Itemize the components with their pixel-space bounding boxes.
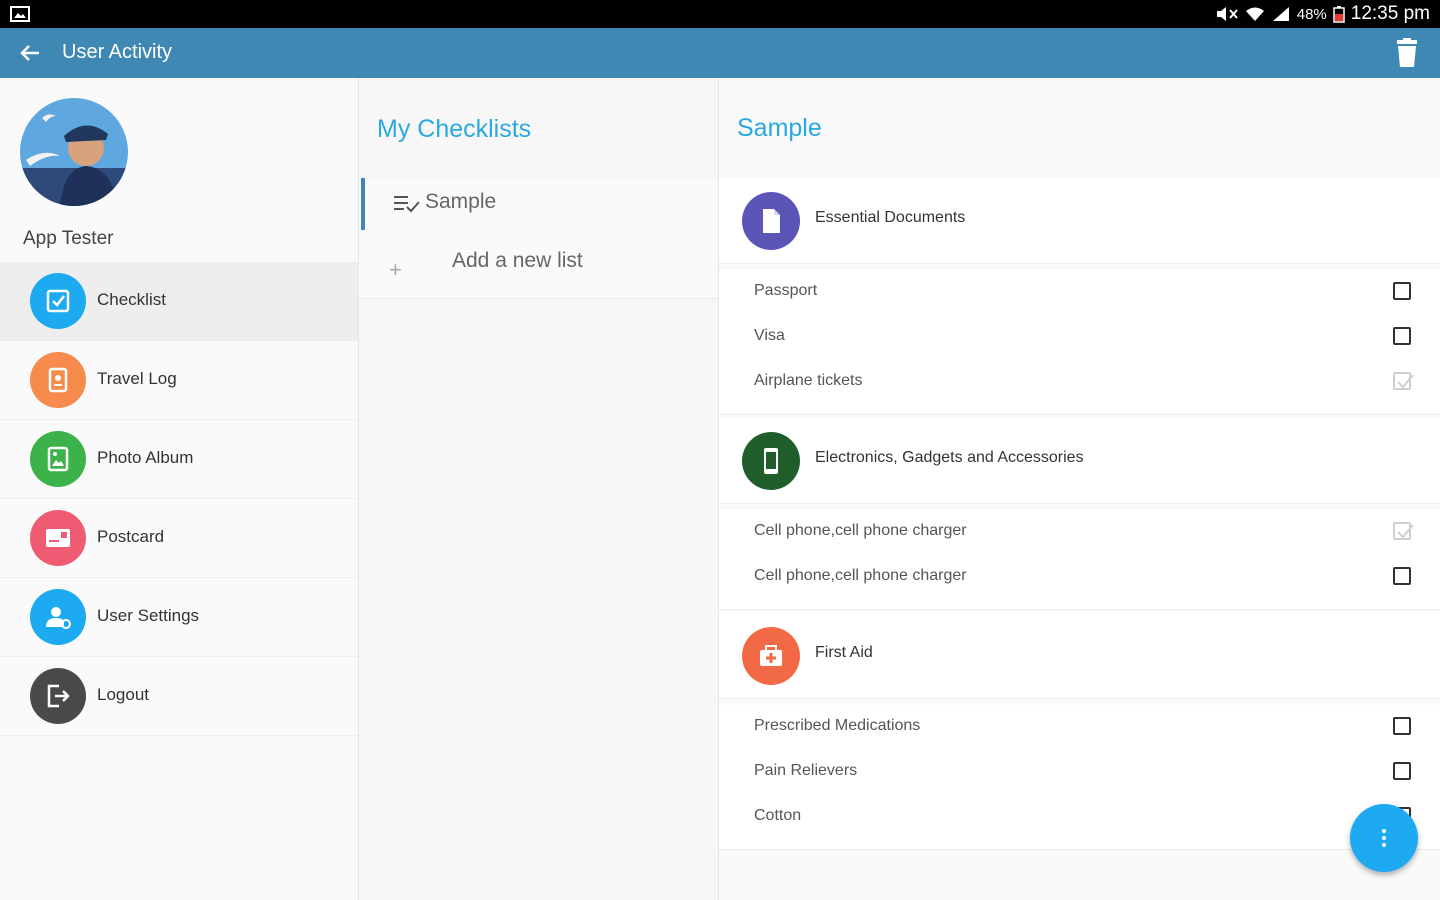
checklist-row[interactable]: Prescribed Medications — [719, 705, 1440, 750]
wifi-icon — [1245, 7, 1264, 21]
item-checkbox[interactable] — [1393, 282, 1411, 300]
checklist-row[interactable]: Cell phone,cell phone charger — [719, 555, 1440, 600]
battery-icon — [1333, 6, 1345, 23]
item-label: Prescribed Medications — [754, 717, 921, 734]
checklist-item-sample[interactable]: Sample — [359, 178, 718, 239]
nav-label: Logout — [97, 685, 149, 704]
item-label: Airplane tickets — [754, 372, 863, 389]
item-label: Cotton — [754, 807, 802, 824]
status-bar: 48% 12:35 pm — [0, 0, 1440, 28]
add-list-button[interactable]: + Add a new list — [359, 238, 718, 299]
nav-label: Photo Album — [97, 448, 194, 467]
category-header: Essential Documents — [719, 178, 1440, 264]
battery-percent: 48% — [1296, 5, 1327, 23]
nav-item-photo-album[interactable]: Photo Album — [0, 420, 358, 499]
category-header: First Aid — [719, 613, 1440, 699]
item-label: Passport — [754, 282, 818, 299]
phone-icon — [742, 432, 800, 490]
item-checkbox[interactable] — [1393, 327, 1411, 345]
selection-indicator — [361, 178, 365, 230]
nav-list: Checklist Travel Log Photo Album Postcar… — [0, 262, 358, 736]
item-label: Cell phone,cell phone charger — [754, 522, 967, 539]
nav-item-logout[interactable]: Logout — [0, 657, 358, 736]
app-bar: User Activity — [0, 28, 1440, 78]
category-header: Electronics, Gadgets and Accessories — [719, 418, 1440, 504]
avatar[interactable] — [20, 98, 128, 206]
first-aid-icon — [742, 627, 800, 685]
trash-icon[interactable] — [1394, 38, 1420, 68]
add-list-label: Add a new list — [452, 249, 583, 272]
category-items: Passport Visa Airplane tickets — [719, 270, 1440, 415]
document-icon — [742, 192, 800, 250]
category-label: First Aid — [815, 644, 873, 661]
category-items: Prescribed Medications Pain Relievers Co… — [719, 705, 1440, 850]
user-settings-icon — [30, 589, 86, 645]
list-check-icon — [394, 196, 420, 213]
screenshot-icon — [10, 6, 30, 22]
checklist-row[interactable]: Cell phone,cell phone charger — [719, 510, 1440, 555]
postcard-icon — [30, 510, 86, 566]
photo-icon — [30, 431, 86, 487]
item-checkbox-checked[interactable] — [1393, 372, 1414, 390]
checklist-label: Sample — [425, 190, 497, 213]
nav-item-travel-log[interactable]: Travel Log — [0, 341, 358, 420]
checklist-row[interactable]: Visa — [719, 315, 1440, 360]
checklist-row[interactable]: Airplane tickets — [719, 360, 1440, 405]
item-checkbox-checked[interactable] — [1393, 522, 1414, 540]
item-label: Pain Relievers — [754, 762, 858, 779]
back-arrow-icon[interactable] — [17, 40, 43, 66]
category-items: Cell phone,cell phone charger Cell phone… — [719, 510, 1440, 610]
item-checkbox[interactable] — [1393, 717, 1411, 735]
nav-label: Postcard — [97, 527, 165, 546]
nav-label: User Settings — [97, 606, 200, 625]
category-label: Electronics, Gadgets and Accessories — [815, 449, 1084, 466]
plus-icon: + — [389, 257, 402, 282]
more-vert-icon — [1382, 829, 1386, 847]
nav-item-postcard[interactable]: Postcard — [0, 499, 358, 578]
logout-icon — [30, 668, 86, 724]
navigation-panel: App Tester Checklist Travel Log Photo Al… — [0, 78, 359, 900]
nav-label: Travel Log — [97, 369, 177, 388]
checklist-row[interactable]: Pain Relievers — [719, 750, 1440, 795]
mute-icon — [1216, 7, 1238, 21]
item-checkbox[interactable] — [1393, 762, 1411, 780]
checkbox-icon — [30, 273, 86, 329]
clock: 12:35 pm — [1350, 3, 1430, 24]
checklist-row[interactable]: Passport — [719, 270, 1440, 315]
checklists-panel: My Checklists Sample + Add a new list — [359, 78, 719, 900]
more-options-button[interactable] — [1350, 804, 1418, 872]
category-label: Essential Documents — [815, 209, 966, 226]
item-label: Visa — [754, 327, 785, 344]
checklist-detail: Sample Essential Documents Passport Visa… — [719, 78, 1440, 900]
nav-item-user-settings[interactable]: User Settings — [0, 578, 358, 657]
detail-heading: Sample — [737, 114, 822, 142]
checklist-row[interactable]: Cotton — [719, 795, 1440, 840]
nav-item-checklist[interactable]: Checklist — [0, 262, 358, 341]
passport-icon — [30, 352, 86, 408]
signal-icon — [1272, 7, 1289, 21]
checklists-heading: My Checklists — [377, 115, 532, 143]
nav-label: Checklist — [97, 290, 166, 309]
item-label: Cell phone,cell phone charger — [754, 567, 967, 584]
profile-name: App Tester — [23, 228, 114, 249]
item-checkbox[interactable] — [1393, 567, 1411, 585]
page-title: User Activity — [62, 41, 173, 63]
